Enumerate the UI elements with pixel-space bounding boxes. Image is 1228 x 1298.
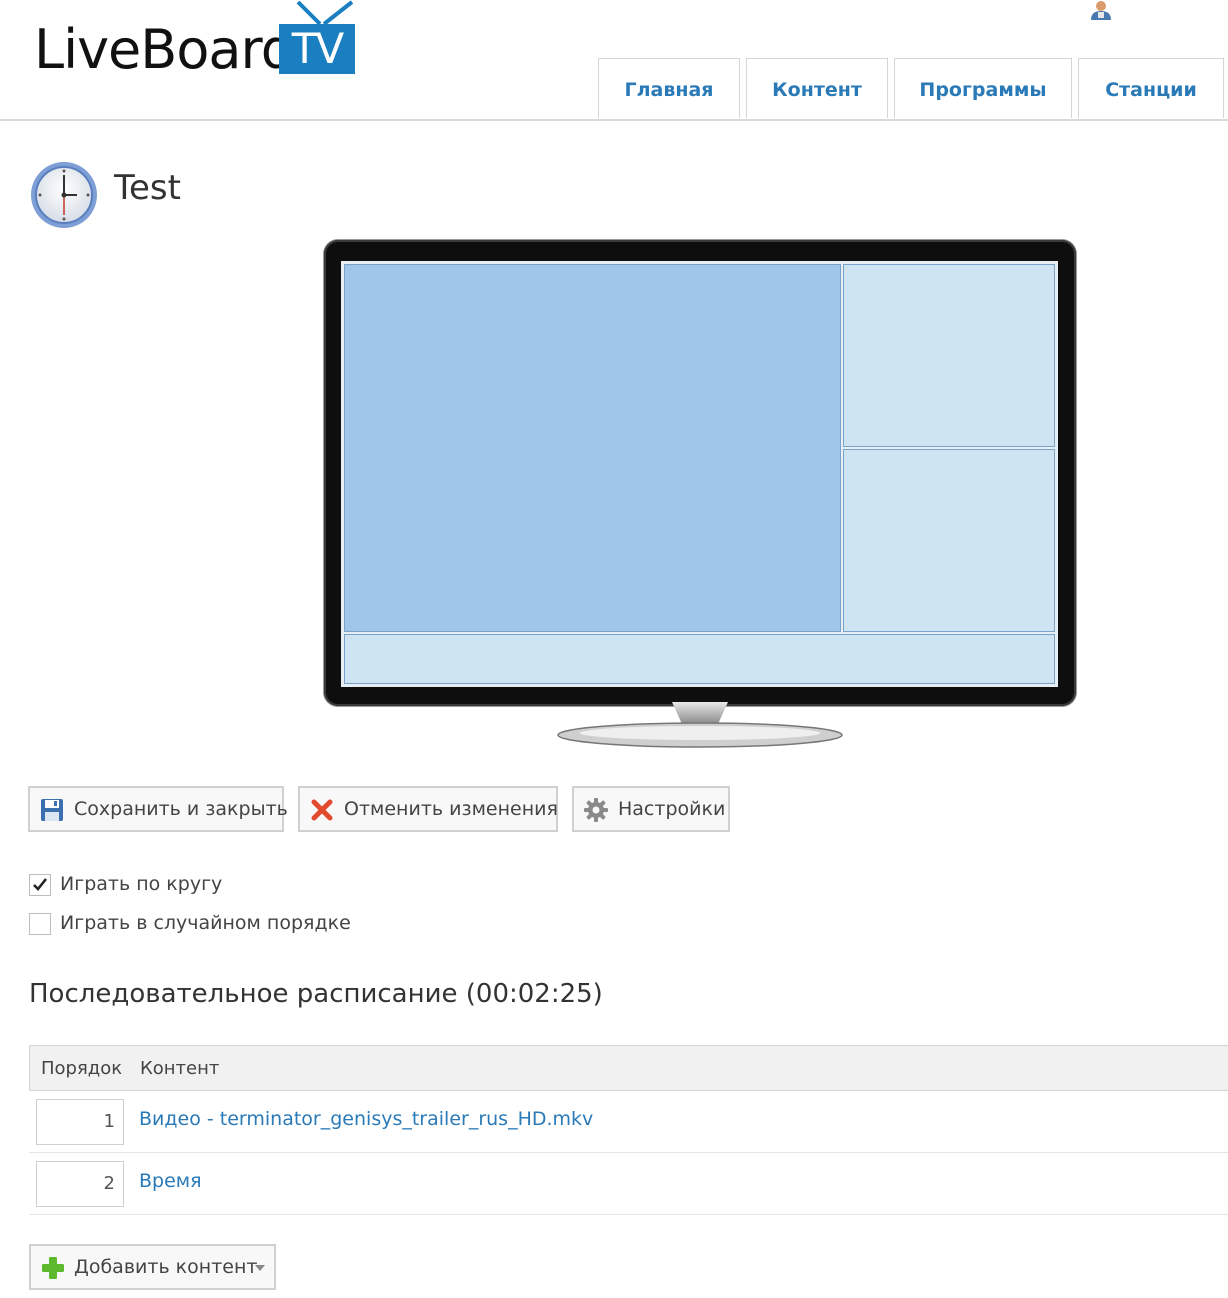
save-close-label: Сохранить и закрыть	[74, 798, 288, 820]
floppy-disk-icon	[41, 799, 63, 821]
shuffle-checkbox[interactable]	[29, 913, 51, 935]
table-header: Порядок Контент	[29, 1045, 1228, 1091]
column-header-content: Контент	[140, 1058, 220, 1079]
zone-top-right[interactable]	[843, 264, 1055, 447]
tv-frame	[324, 240, 1076, 706]
logo-tv-badge: TV	[279, 24, 355, 74]
loop-checkbox[interactable]	[29, 874, 51, 896]
close-icon	[311, 799, 333, 821]
content-link[interactable]: Видео - terminator_genisys_trailer_rus_H…	[139, 1108, 593, 1130]
clock-icon	[31, 162, 97, 228]
gear-icon	[584, 798, 608, 822]
screen-layout-preview	[324, 240, 1076, 752]
loop-label: Играть по кругу	[60, 873, 223, 895]
schedule-title: Последовательное расписание (00:02:25)	[29, 979, 603, 1009]
column-header-order: Порядок	[41, 1058, 123, 1079]
order-input[interactable]: 1	[36, 1099, 124, 1145]
save-close-button[interactable]: Сохранить и закрыть	[28, 786, 288, 832]
user-icon[interactable]	[1088, 0, 1114, 20]
tab-programs[interactable]: Программы	[894, 58, 1072, 118]
header: LiveBoard TV Главная Контент Программы С…	[0, 0, 1228, 121]
order-input[interactable]: 2	[36, 1161, 124, 1207]
tv-screen	[341, 261, 1058, 687]
table-row: 2 Время	[29, 1153, 1228, 1215]
chevron-down-icon	[255, 1265, 265, 1271]
content-link[interactable]: Время	[139, 1170, 202, 1192]
checkmark-icon	[33, 878, 48, 891]
table-row: 1 Видео - terminator_genisys_trailer_rus…	[29, 1091, 1228, 1153]
settings-button[interactable]: Настройки	[572, 786, 730, 832]
page-title: Test	[114, 168, 181, 208]
antenna-icon	[296, 0, 354, 26]
tv-stand	[557, 702, 843, 748]
logo-text: LiveBoard	[34, 18, 295, 81]
settings-label: Настройки	[618, 798, 726, 820]
cancel-changes-label: Отменить изменения	[344, 798, 558, 820]
tab-content[interactable]: Контент	[746, 58, 888, 118]
shuffle-label: Играть в случайном порядке	[60, 912, 351, 934]
tab-home[interactable]: Главная	[598, 58, 740, 118]
tab-stations[interactable]: Станции	[1078, 58, 1224, 118]
plus-icon	[42, 1257, 64, 1279]
add-content-button[interactable]: Добавить контент	[29, 1244, 276, 1290]
zone-bottom-right[interactable]	[843, 449, 1055, 632]
cancel-changes-button[interactable]: Отменить изменения	[298, 786, 558, 832]
zone-bottom-strip[interactable]	[344, 634, 1055, 684]
zone-main[interactable]	[344, 264, 841, 632]
add-content-label: Добавить контент	[74, 1256, 258, 1278]
